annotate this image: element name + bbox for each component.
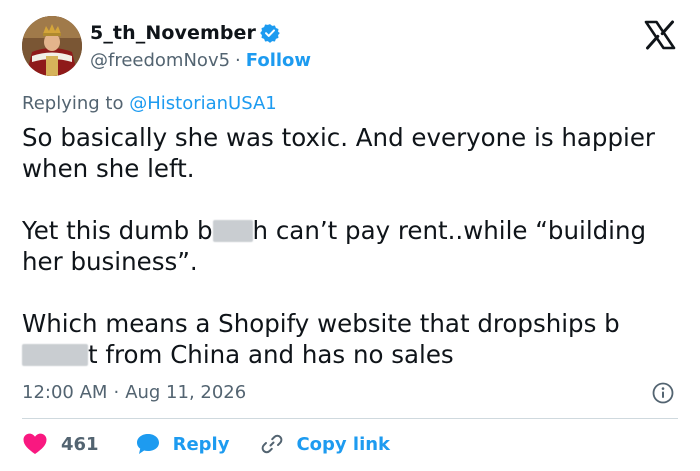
author-name-row: 5_th_November [90, 21, 280, 45]
tweet-p3-end: t from China and has no sales [88, 340, 454, 369]
action-bar: 461 Reply Copy link [22, 430, 390, 458]
author-display-name[interactable]: 5_th_November [90, 22, 256, 44]
like-button[interactable]: 461 [22, 432, 99, 456]
replying-to: Replying to @HistorianUSA1 [22, 93, 277, 114]
like-count: 461 [61, 433, 99, 455]
handle-separator: · [235, 49, 241, 71]
reply-button[interactable]: Reply [135, 432, 230, 456]
verified-badge-icon [260, 24, 280, 43]
copy-link-label: Copy link [296, 433, 391, 455]
tweet-timestamp[interactable]: 12:00 AM · Aug 11, 2026 [22, 380, 246, 404]
tweet-time: 12:00 AM [22, 381, 108, 403]
author-handle-row: @freedomNov5 · Follow [90, 48, 311, 72]
censor-blur [212, 220, 253, 242]
tweet-paragraph-1: So basically she was toxic. And everyone… [22, 123, 655, 183]
tweet-paragraph-2: Yet this dumb bh can’t pay rent..while “… [22, 215, 682, 277]
reply-mention-link[interactable]: @HistorianUSA1 [129, 93, 277, 114]
replying-to-label: Replying to [22, 93, 124, 114]
avatar[interactable] [22, 16, 82, 76]
tweet-paragraph-3: Which means a Shopify website that drops… [22, 308, 682, 370]
reply-label: Reply [172, 433, 230, 455]
tweet-p3-start: Which means a Shopify website that drops… [22, 309, 620, 338]
x-logo-icon[interactable] [644, 20, 676, 50]
copy-link-button[interactable]: Copy link [261, 433, 390, 455]
follow-button[interactable]: Follow [246, 50, 311, 71]
link-icon [262, 434, 283, 454]
reply-bubble-icon [136, 434, 159, 454]
info-icon[interactable] [652, 382, 674, 404]
tweet-date: Aug 11, 2026 [125, 381, 247, 403]
heart-icon [23, 433, 47, 454]
author-handle[interactable]: @freedomNov5 [90, 50, 230, 71]
censor-blur [22, 344, 88, 366]
tweet-p2-start: Yet this dumb b [22, 216, 213, 245]
divider [22, 418, 678, 419]
tweet-text: So basically she was toxic. And everyone… [22, 122, 682, 370]
timestamp-separator: · [113, 381, 120, 403]
